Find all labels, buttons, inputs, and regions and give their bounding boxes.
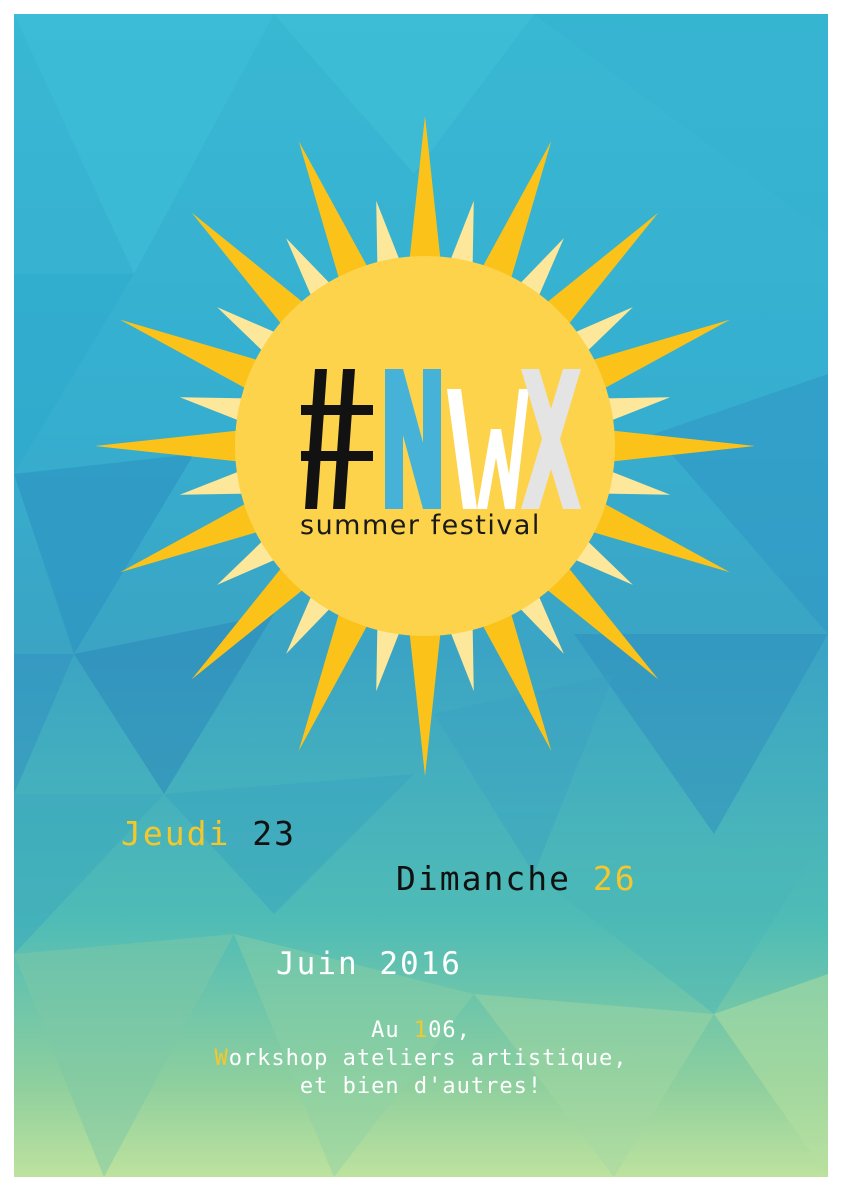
- start-day-number: 23: [252, 814, 296, 853]
- month-year: Juin 2016: [276, 946, 462, 982]
- nwx-logo: [301, 369, 581, 509]
- end-date: Dimanche 26: [396, 859, 637, 898]
- info-line-more: et bien d'autres!: [299, 1074, 543, 1099]
- hash-logo-mark: [301, 369, 373, 509]
- festival-subtitle: summer festival: [300, 510, 541, 541]
- info-line-venue: Au 106,: [371, 1018, 471, 1043]
- info-line-workshop: Workshop ateliers artistique,: [214, 1046, 628, 1071]
- logo-letter-x: [521, 369, 581, 509]
- start-date: Jeudi 23: [121, 814, 296, 853]
- poster: summer festival Jeudi 23 Dimanche 26 Jui…: [14, 14, 828, 1177]
- end-day-number: 26: [592, 859, 637, 898]
- logo-letter-w: [447, 389, 529, 509]
- logo-letter-n: [385, 369, 441, 509]
- start-day: Jeudi: [121, 814, 231, 853]
- end-day: Dimanche: [396, 859, 571, 898]
- event-info: Au 106, Workshop ateliers artistique, et…: [14, 1017, 828, 1101]
- sun-icon: [95, 116, 755, 776]
